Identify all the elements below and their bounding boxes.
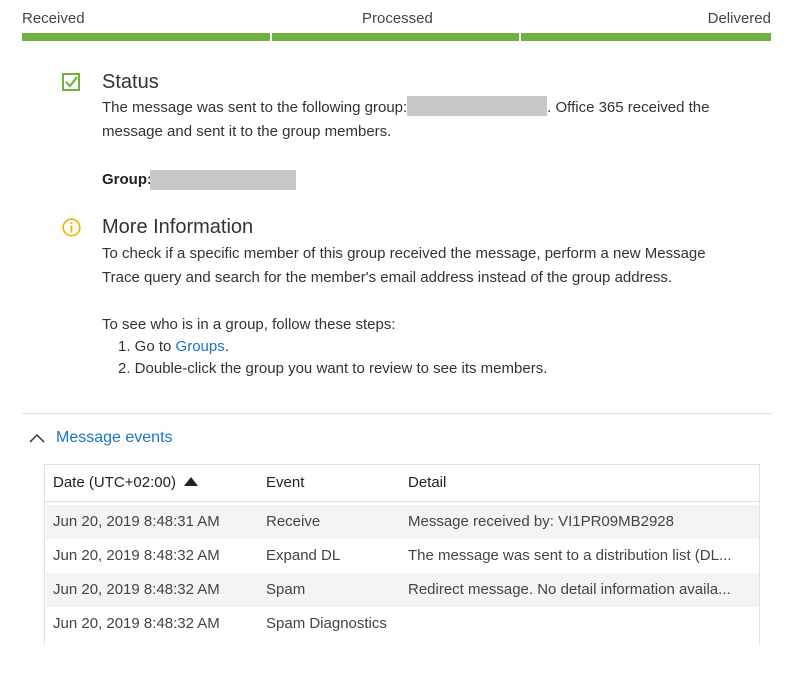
message-events-toggle[interactable]: Message events <box>56 429 173 447</box>
chevron-up-icon[interactable] <box>29 431 45 445</box>
status-text-before: The message was sent to the following gr… <box>102 99 408 116</box>
cell-detail: Message received by: VI1PR09MB2928 <box>408 513 674 530</box>
group-row: Group: <box>102 168 152 192</box>
step-1-suffix: . <box>224 338 229 355</box>
table-row[interactable]: Jun 20, 2019 8:48:31 AM Receive Message … <box>46 505 759 539</box>
redacted-group-value <box>150 170 296 190</box>
cell-detail: The message was sent to a distribution l… <box>408 547 732 564</box>
redacted-group-name <box>407 96 548 116</box>
more-info-line1: To check if a specific member of this gr… <box>102 245 706 262</box>
status-description: The message was sent to the following gr… <box>102 96 762 144</box>
cell-event: Spam Diagnostics <box>266 615 387 632</box>
progress-segment-received <box>22 33 270 41</box>
cell-event: Spam <box>266 581 306 598</box>
sort-ascending-icon <box>183 477 198 486</box>
groups-link[interactable]: Groups <box>176 338 225 355</box>
date-header-label: Date (UTC+02:00) <box>53 474 176 491</box>
cell-event: Receive <box>266 513 321 530</box>
cell-date: Jun 20, 2019 8:48:32 AM <box>53 615 220 632</box>
status-text-line2: message and sent it to the group members… <box>102 123 392 140</box>
group-label: Group: <box>102 171 152 188</box>
column-header-date[interactable]: Date (UTC+02:00) <box>53 465 198 501</box>
cell-event: Expand DL <box>266 547 341 564</box>
more-info-title: More Information <box>102 216 254 238</box>
cell-detail <box>408 607 753 641</box>
section-divider <box>22 413 772 414</box>
table-row[interactable]: Jun 20, 2019 8:48:32 AM Spam Diagnostics <box>46 607 759 641</box>
more-info-line2: Trace query and search for the member's … <box>102 269 673 286</box>
info-circle-icon <box>62 218 81 237</box>
checkbox-check-icon <box>62 73 80 91</box>
status-text-after: . Office 365 received the <box>547 99 710 116</box>
more-info-description: To check if a specific member of this gr… <box>102 242 772 290</box>
status-title: Status <box>102 71 159 93</box>
table-row[interactable]: Jun 20, 2019 8:48:32 AM Spam Redirect me… <box>46 573 759 607</box>
header-divider <box>45 501 759 502</box>
message-events-table: Date (UTC+02:00) Event Detail Jun 20, 20… <box>44 464 760 645</box>
cell-date: Jun 20, 2019 8:48:32 AM <box>53 581 220 598</box>
cell-date: Jun 20, 2019 8:48:31 AM <box>53 513 220 530</box>
cell-detail: Redirect message. No detail information … <box>408 581 731 598</box>
step-1-text: 1. Go to <box>118 338 176 355</box>
step-1: 1. Go to Groups. <box>118 335 229 359</box>
table-row[interactable]: Jun 20, 2019 8:48:32 AM Expand DL The me… <box>46 539 759 573</box>
stage-delivered-label: Delivered <box>707 10 771 27</box>
steps-intro: To see who is in a group, follow these s… <box>102 316 396 333</box>
progress-segment-delivered <box>521 33 771 41</box>
column-header-detail[interactable]: Detail <box>408 465 446 501</box>
stage-processed-label: Processed <box>362 10 433 27</box>
cell-date: Jun 20, 2019 8:48:32 AM <box>53 547 220 564</box>
step-2: 2. Double-click the group you want to re… <box>118 360 548 377</box>
progress-segment-processed <box>272 33 519 41</box>
column-header-event[interactable]: Event <box>266 465 304 501</box>
stage-received-label: Received <box>22 10 85 27</box>
